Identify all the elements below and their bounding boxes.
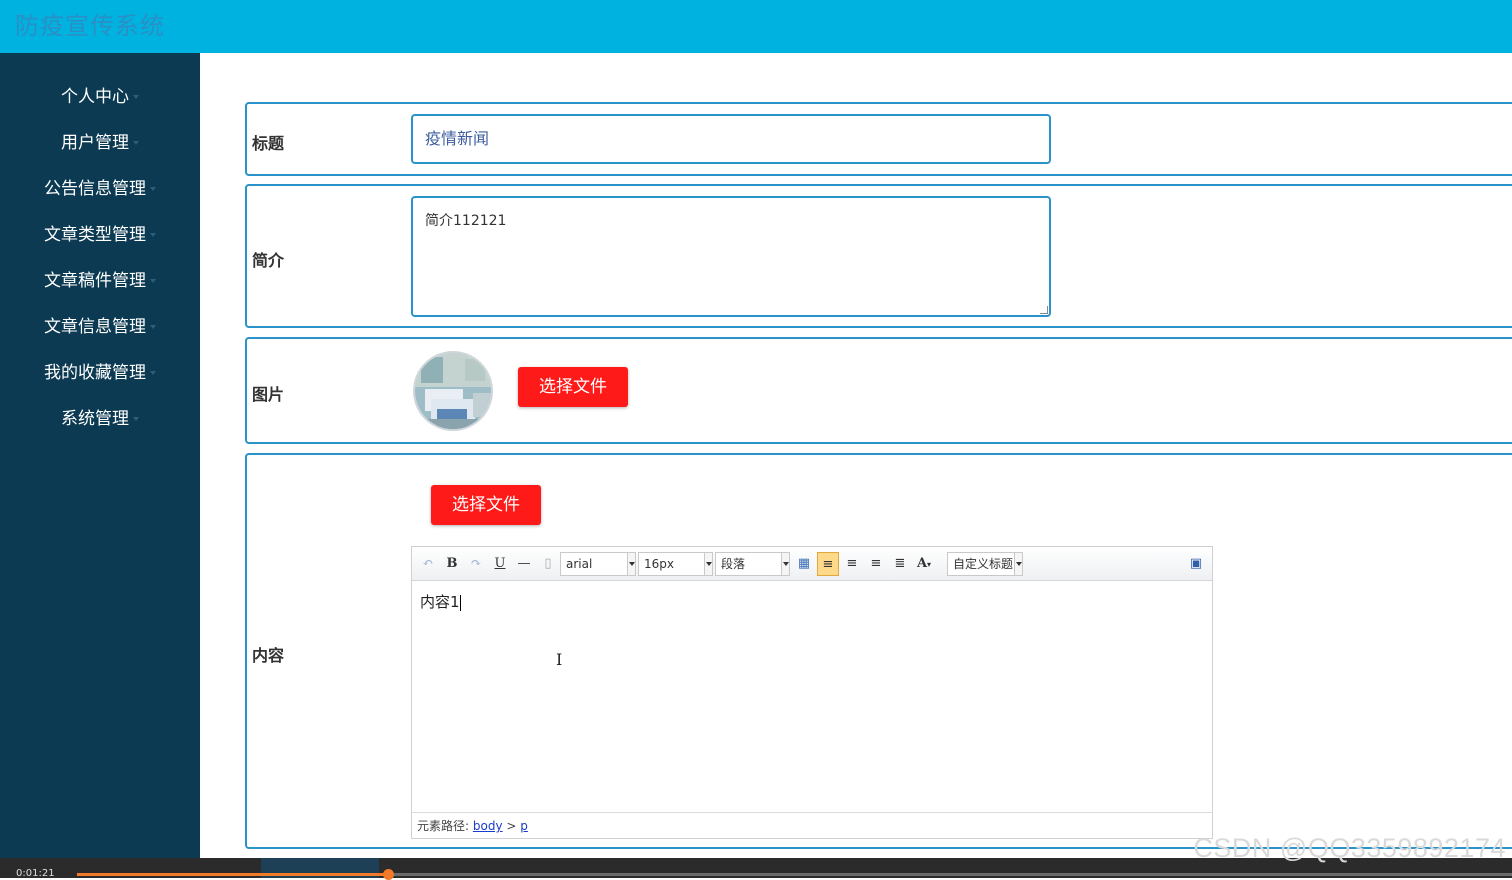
resize-grip-icon[interactable] (1040, 306, 1048, 314)
sidebar-item-user-management[interactable]: 用户管理 (0, 123, 200, 163)
caret-down-icon (150, 233, 156, 237)
chevron-down-icon (781, 553, 789, 575)
intro-label: 简介 (252, 251, 285, 270)
caret-down-icon (150, 325, 156, 329)
element-path-label: 元素路径: (417, 819, 470, 833)
editor-content[interactable]: 内容1 (420, 591, 461, 612)
content-row: 内容 选择文件 ↶ B ↷ U — ▯ arial 16px 段落 ▦ ≡ ≡ … (245, 453, 1512, 849)
sidebar-item-notice-management[interactable]: 公告信息管理 (0, 169, 200, 209)
title-input[interactable]: 疫情新闻 (411, 114, 1051, 164)
caret-down-icon (150, 187, 156, 191)
video-progress-track[interactable] (77, 869, 1512, 880)
sidebar-item-article-type-management[interactable]: 文章类型管理 (0, 215, 200, 255)
align-right-icon[interactable]: ≡ (843, 555, 861, 573)
rich-text-editor: ↶ B ↷ U — ▯ arial 16px 段落 ▦ ≡ ≡ ≡ ≣ A▾ 自… (411, 546, 1213, 839)
sidebar-item-label: 公告信息管理 (44, 179, 146, 199)
paste-icon[interactable]: ▯ (539, 555, 557, 573)
sidebar-item-article-draft-management[interactable]: 文章稿件管理 (0, 261, 200, 301)
sidebar-item-label: 文章稿件管理 (44, 271, 146, 291)
content-label: 内容 (252, 646, 285, 665)
chevron-down-icon (1014, 553, 1022, 575)
path-p-link[interactable]: p (520, 819, 528, 833)
editor-statusbar: 元素路径: body > p (412, 812, 1212, 838)
caret-down-icon (133, 95, 139, 99)
sidebar-item-favorites-management[interactable]: 我的收藏管理 (0, 353, 200, 393)
sidebar-item-label: 用户管理 (61, 133, 129, 153)
hospital-room-image (415, 353, 491, 429)
intro-row: 简介 简介112121 (245, 184, 1512, 328)
image-row: 图片 选择文件 (245, 337, 1512, 444)
bold-icon[interactable]: B (443, 555, 461, 573)
sidebar: 个人中心 用户管理 公告信息管理 文章类型管理 文章稿件管理 文章信息管理 我的… (0, 53, 200, 878)
font-color-icon[interactable]: A▾ (915, 555, 933, 573)
sidebar-item-article-info-management[interactable]: 文章信息管理 (0, 307, 200, 347)
video-time: 0:01:21 (16, 868, 55, 879)
redo-icon[interactable]: ↷ (467, 555, 485, 573)
font-size-value: 16px (644, 557, 674, 571)
i-beam-cursor-icon: I (556, 650, 563, 669)
editor-toolbar: ↶ B ↷ U — ▯ arial 16px 段落 ▦ ≡ ≡ ≡ ≣ A▾ 自… (412, 547, 1212, 581)
custom-heading-select[interactable]: 自定义标题 (947, 552, 1023, 576)
path-separator: > (506, 819, 517, 833)
image-label: 图片 (252, 385, 285, 404)
font-family-select[interactable]: arial (560, 552, 636, 576)
main-content: 标题 疫情新闻 简介 简介112121 图片 选择文件 内容 选择文件 ↶ B … (200, 53, 1512, 878)
custom-heading-value: 自定义标题 (953, 557, 1014, 571)
table-icon[interactable]: ▦ (795, 555, 813, 573)
undo-icon[interactable]: ↶ (419, 555, 437, 573)
preview-icon[interactable]: ▣ (1187, 555, 1205, 573)
caret-down-icon (150, 279, 156, 283)
video-progress-fill (77, 873, 389, 876)
underline-icon[interactable]: U (491, 555, 509, 573)
font-family-value: arial (566, 557, 593, 571)
sidebar-item-label: 文章信息管理 (44, 317, 146, 337)
sidebar-item-label: 系统管理 (61, 409, 129, 429)
path-body-link[interactable]: body (473, 819, 503, 833)
sidebar-item-label: 文章类型管理 (44, 225, 146, 245)
intro-textarea[interactable]: 简介112121 (411, 196, 1051, 317)
editor-text: 内容1 (420, 593, 460, 611)
text-cursor (459, 594, 461, 611)
caret-down-icon (150, 371, 156, 375)
image-preview (413, 351, 493, 431)
title-row: 标题 疫情新闻 (245, 102, 1512, 176)
paragraph-value: 段落 (721, 557, 746, 571)
chevron-down-icon (704, 553, 712, 575)
sidebar-item-label: 我的收藏管理 (44, 363, 146, 383)
sidebar-item-system-management[interactable]: 系统管理 (0, 399, 200, 439)
caret-down-icon (133, 417, 139, 421)
intro-text: 简介112121 (425, 213, 507, 229)
app-title: 防疫宣传系统 (15, 12, 165, 40)
horizontal-rule-icon[interactable]: — (515, 555, 533, 573)
top-header: 防疫宣传系统 (0, 0, 1512, 53)
video-scrubber-handle[interactable] (383, 869, 395, 880)
caret-down-icon (133, 141, 139, 145)
sidebar-item-personal-center[interactable]: 个人中心 (0, 77, 200, 117)
sidebar-item-label: 个人中心 (61, 87, 129, 107)
select-content-file-button[interactable]: 选择文件 (431, 485, 541, 525)
watermark: CSDN @QQ3359892174 (1193, 833, 1506, 863)
title-label: 标题 (252, 134, 285, 153)
align-center-icon[interactable]: ≡ (867, 555, 885, 573)
select-image-file-button[interactable]: 选择文件 (518, 367, 628, 407)
font-size-select[interactable]: 16px (638, 552, 713, 576)
justify-icon[interactable]: ≣ (891, 555, 909, 573)
chevron-down-icon (627, 553, 635, 575)
align-left-icon[interactable]: ≡ (817, 552, 839, 576)
paragraph-select[interactable]: 段落 (715, 552, 790, 576)
